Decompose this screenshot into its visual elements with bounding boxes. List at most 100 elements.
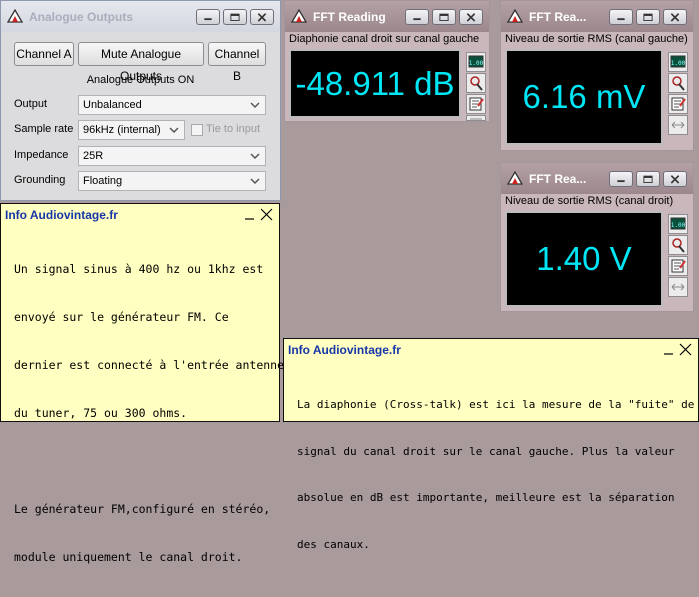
measurement-label: Niveau de sortie RMS (canal droit) — [505, 195, 674, 207]
probe-button[interactable] — [466, 73, 486, 93]
titlebar[interactable]: FFT Rea... — [501, 163, 693, 194]
maximize-icon — [230, 13, 240, 21]
close-button[interactable] — [663, 9, 687, 25]
titlebar[interactable]: Analogue Outputs — [1, 1, 280, 32]
notepad-button[interactable] — [668, 256, 688, 276]
readout-icon: 1.00 — [670, 55, 686, 68]
minimize-icon — [413, 18, 421, 21]
info-line: du tuner, 75 ou 300 ohms. — [14, 406, 188, 420]
probe-button[interactable] — [668, 73, 688, 93]
minimize-button[interactable] — [196, 9, 220, 25]
info-line: La diaphonie (Cross-talk) est ici la mes… — [297, 398, 695, 411]
titlebar[interactable]: FFT Rea... — [501, 1, 693, 32]
info-title: Info Audiovintage.fr — [5, 208, 118, 222]
readout-button[interactable]: 1.00 — [466, 52, 486, 72]
readout-display: 1.40 V — [505, 211, 663, 307]
info-line: des canaux. — [297, 537, 370, 551]
titlebar[interactable]: FFT Reading — [285, 1, 489, 32]
resize-button[interactable] — [466, 115, 486, 121]
notepad-icon — [469, 97, 484, 111]
readout-icon: 1.00 — [468, 55, 484, 68]
sample-rate-label: Sample rate — [14, 123, 74, 135]
close-icon — [670, 175, 680, 184]
info-window-controls[interactable] — [243, 207, 275, 221]
impedance-label: Impedance — [14, 149, 69, 161]
minimize-icon — [617, 18, 625, 21]
minimize-button[interactable] — [609, 171, 633, 187]
grounding-value: Floating — [83, 175, 123, 187]
mute-analogue-outputs-button[interactable]: Mute Analogue Outputs — [78, 42, 204, 83]
close-icon — [466, 13, 476, 22]
svg-text:1.00: 1.00 — [671, 222, 686, 229]
close-button[interactable] — [663, 171, 687, 187]
window-title: Analogue Outputs — [29, 10, 133, 24]
window-title: FFT Rea... — [529, 10, 587, 24]
window-title: FFT Rea... — [529, 172, 587, 186]
maximize-button[interactable] — [636, 171, 660, 187]
info-title: Info Audiovintage.fr — [288, 343, 401, 357]
probe-icon — [672, 238, 685, 253]
maximize-icon — [643, 13, 653, 21]
channel-b-button[interactable]: Channel B — [208, 42, 266, 83]
measurement-label: Niveau de sortie RMS (canal gauche) — [505, 33, 688, 45]
minimize-button[interactable] — [405, 9, 429, 25]
close-icon[interactable] — [260, 208, 273, 221]
tie-to-input-checkbox[interactable] — [191, 124, 203, 136]
readout-display: 6.16 mV — [505, 49, 663, 145]
probe-icon — [672, 76, 685, 91]
readout-icon: 1.00 — [670, 217, 686, 230]
grounding-label: Grounding — [14, 174, 66, 186]
app-logo-icon — [291, 9, 307, 23]
notepad-icon — [671, 259, 686, 273]
close-button[interactable] — [459, 9, 483, 25]
readout-value: -48.911 dB — [295, 64, 455, 102]
readout-display: -48.911 dB — [289, 49, 461, 118]
chevron-down-icon — [169, 127, 179, 134]
measurement-label: Diaphonie canal droit sur canal gauche — [289, 33, 480, 45]
output-status: Analogue Outputs ON — [86, 74, 195, 86]
notepad-icon — [671, 97, 686, 111]
app-logo-icon — [507, 9, 523, 23]
info-line — [14, 453, 284, 469]
info-line: Un signal sinus à 400 hz ou 1khz est — [14, 262, 264, 276]
readout-button[interactable]: 1.00 — [668, 214, 688, 234]
info-window-signal: Info Audiovintage.fr Un signal sinus à 4… — [0, 203, 284, 564]
chevron-down-icon — [250, 102, 260, 109]
output-select[interactable]: Unbalanced — [78, 95, 266, 115]
minimize-button[interactable] — [609, 9, 633, 25]
minimize-icon — [617, 180, 625, 183]
minimize-icon — [204, 18, 212, 21]
fft-reading-window-left-rms: FFT Rea... Niveau de sortie RMS (canal g… — [500, 0, 694, 151]
close-icon — [257, 13, 267, 22]
chevron-down-icon — [250, 153, 260, 160]
info-line: envoyé sur le générateur FM. Ce — [14, 310, 229, 324]
info-text: La diaphonie (Cross-talk) est ici la mes… — [297, 366, 694, 583]
close-icon — [670, 13, 680, 22]
resize-arrows-icon — [671, 283, 685, 291]
notepad-button[interactable] — [668, 94, 688, 114]
info-window-controls[interactable] — [662, 342, 694, 356]
fft-reading-window-right-rms: FFT Rea... Niveau de sortie RMS (canal d… — [500, 162, 694, 312]
channel-a-button[interactable]: Channel A — [14, 42, 74, 66]
svg-text:1.00: 1.00 — [469, 60, 484, 67]
info-line: absolue en dB est importante, meilleure … — [297, 491, 675, 504]
close-button[interactable] — [250, 9, 274, 25]
info-line: module uniquement le canal droit. — [14, 550, 243, 564]
notepad-button[interactable] — [466, 94, 486, 114]
resize-button[interactable] — [668, 277, 688, 297]
maximize-button[interactable] — [432, 9, 456, 25]
probe-button[interactable] — [668, 235, 688, 255]
grounding-select[interactable]: Floating — [78, 171, 266, 191]
impedance-select[interactable]: 25R — [78, 146, 266, 166]
maximize-icon — [643, 175, 653, 183]
resize-button[interactable] — [668, 115, 688, 135]
tie-to-input-label: Tie to input — [206, 123, 261, 135]
sample-rate-value: 96kHz (internal) — [83, 124, 161, 136]
sample-rate-select[interactable]: 96kHz (internal) — [78, 120, 185, 140]
maximize-button[interactable] — [223, 9, 247, 25]
readout-button[interactable]: 1.00 — [668, 52, 688, 72]
window-title: FFT Reading — [313, 10, 386, 24]
readout-value: 6.16 mV — [522, 78, 646, 115]
close-icon[interactable] — [679, 343, 692, 356]
maximize-button[interactable] — [636, 9, 660, 25]
